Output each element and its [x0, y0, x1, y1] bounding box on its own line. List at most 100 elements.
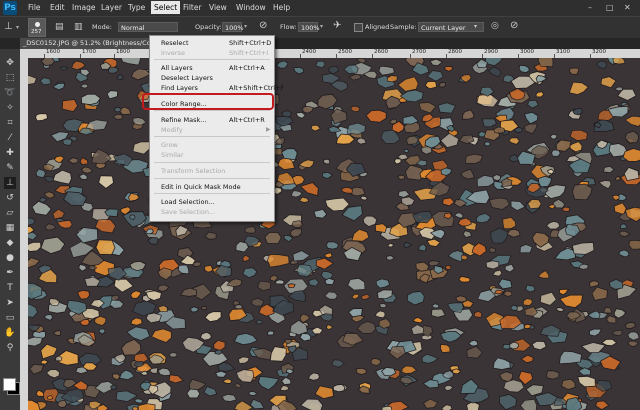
dodge-icon[interactable]: ●: [4, 252, 16, 264]
gravel-stone: [307, 372, 321, 381]
menu-image[interactable]: Image: [72, 3, 96, 12]
menu-view[interactable]: View: [209, 3, 227, 12]
gravel-stone: [137, 403, 156, 410]
flow-label: Flow:: [280, 23, 297, 31]
move-icon[interactable]: ✥: [4, 57, 16, 69]
sample-label: Sample:: [390, 23, 417, 31]
healing-icon[interactable]: ✚: [4, 147, 16, 159]
clone-stamp-tool-icon[interactable]: ⊥: [4, 21, 13, 32]
gravel-stone: [412, 317, 424, 324]
gravel-stone: [255, 319, 263, 325]
menu-help[interactable]: Help: [273, 3, 290, 12]
gravel-stone: [374, 310, 386, 319]
gravel-stone: [595, 60, 608, 70]
maximize-icon[interactable]: □: [606, 3, 614, 12]
menu-edit[interactable]: Edit: [50, 3, 65, 12]
aligned-checkbox[interactable]: [354, 23, 363, 32]
lasso-icon[interactable]: ➰: [4, 87, 16, 99]
menu-item-all-layers[interactable]: All Layers Alt+Ctrl+A: [150, 63, 274, 73]
mode-select[interactable]: Normal: [118, 22, 178, 32]
ignore-adjustment-layers-icon[interactable]: ◎: [491, 21, 499, 31]
brush-panel-icon[interactable]: ▤: [55, 22, 64, 32]
gravel-stone: [79, 157, 89, 166]
gravel-stone: [78, 264, 88, 272]
opacity-dropdown-icon[interactable]: ▾: [244, 23, 247, 30]
menu-window[interactable]: Window: [236, 3, 266, 12]
gravel-stone: [151, 328, 172, 343]
gravel-stone: [558, 288, 570, 296]
gravel-stone: [492, 269, 503, 277]
shape-icon[interactable]: ▭: [4, 312, 16, 324]
zoom-icon[interactable]: ⚲: [4, 342, 16, 354]
menu-item-load-selection[interactable]: Load Selection...: [150, 197, 274, 207]
gravel-stone: [613, 308, 627, 319]
gravel-stone: [291, 220, 304, 229]
hand-icon[interactable]: ✋: [4, 327, 16, 339]
brush-icon[interactable]: ✎: [4, 162, 16, 174]
gravel-stone: [546, 220, 561, 230]
eraser-icon[interactable]: ▱: [4, 207, 16, 219]
menu-file[interactable]: File: [28, 3, 41, 12]
gravel-stone: [321, 270, 334, 281]
type-icon[interactable]: T: [4, 282, 16, 294]
menu-type[interactable]: Type: [128, 3, 145, 12]
flow-input[interactable]: 100%: [298, 22, 320, 32]
path-select-icon[interactable]: ➤: [4, 297, 16, 309]
gravel-stone: [539, 291, 557, 306]
pressure-opacity-icon[interactable]: ⊘: [259, 20, 267, 31]
history-brush-icon[interactable]: ↺: [4, 192, 16, 204]
clone-stamp-icon[interactable]: ⊥: [4, 177, 16, 189]
menu-item-find-layers[interactable]: Find Layers Alt+Shift+Ctrl+F: [150, 83, 284, 93]
opacity-input[interactable]: 100%: [222, 22, 244, 32]
menu-filter[interactable]: Filter: [183, 3, 202, 12]
clone-source-panel-icon[interactable]: ▥: [74, 22, 83, 32]
gravel-stone: [484, 58, 503, 67]
menu-select[interactable]: Select: [151, 1, 181, 14]
gravel-stone: [302, 105, 314, 114]
gravel-stone: [157, 284, 170, 292]
eyedropper-icon[interactable]: ⁄: [4, 132, 16, 144]
gravel-stone: [28, 257, 41, 269]
quick-select-icon[interactable]: ✧: [4, 102, 16, 114]
document-canvas[interactable]: [28, 58, 640, 410]
gradient-icon[interactable]: ▦: [4, 222, 16, 234]
crop-icon[interactable]: ⌗: [4, 117, 16, 129]
foreground-color-swatch[interactable]: [3, 378, 16, 391]
gravel-stone: [292, 250, 311, 262]
gravel-stone: [454, 212, 464, 219]
gravel-stone: [439, 330, 462, 343]
gravel-stone: [221, 378, 233, 384]
gravel-stone: [280, 376, 292, 386]
airbrush-icon[interactable]: ✈: [333, 20, 341, 31]
brush-preset-picker[interactable]: 257: [28, 18, 46, 37]
gravel-stone: [56, 220, 73, 229]
minimize-icon[interactable]: –: [588, 3, 592, 12]
document-tab[interactable]: _DSC0152.JPG @ 51.2% (Brightness/Co: [20, 38, 159, 49]
gravel-stone: [362, 215, 378, 228]
gravel-stone: [525, 284, 536, 293]
gravel-stone: [40, 343, 58, 360]
pressure-size-icon[interactable]: ⊘: [510, 20, 518, 31]
gravel-stone: [293, 66, 305, 75]
gravel-stone: [157, 367, 171, 377]
options-bar: ⊥ ▾ 257 ▤ ▥ Mode: Normal Opacity: 100% ▾…: [0, 16, 640, 40]
menu-item-refine-mask[interactable]: Refine Mask... Alt+Ctrl+R: [150, 115, 274, 125]
menu-layer[interactable]: Layer: [101, 3, 122, 12]
flow-dropdown-icon[interactable]: ▾: [320, 23, 323, 30]
menu-separator: [154, 162, 270, 163]
gravel-stone: [577, 375, 596, 388]
blur-icon[interactable]: ◆: [4, 237, 16, 249]
gravel-stone: [620, 223, 628, 229]
menu-item-label: Deselect Layers: [161, 74, 213, 82]
pen-icon[interactable]: ✒: [4, 267, 16, 279]
menu-item-edit-in-quick-mask-mode[interactable]: Edit in Quick Mask Mode: [150, 182, 274, 192]
tool-preset-dropdown-icon[interactable]: ▾: [16, 24, 19, 31]
gravel-stone: [441, 404, 453, 410]
menu-item-deselect-layers[interactable]: Deselect Layers: [150, 73, 274, 83]
menu-item-reselect[interactable]: Reselect Shift+Ctrl+D: [150, 38, 274, 48]
marquee-icon[interactable]: ⬚: [4, 72, 16, 84]
close-icon[interactable]: ✕: [624, 3, 631, 12]
gravel-stone: [437, 102, 457, 114]
gravel-stone: [624, 322, 636, 329]
gravel-stone: [348, 73, 363, 81]
